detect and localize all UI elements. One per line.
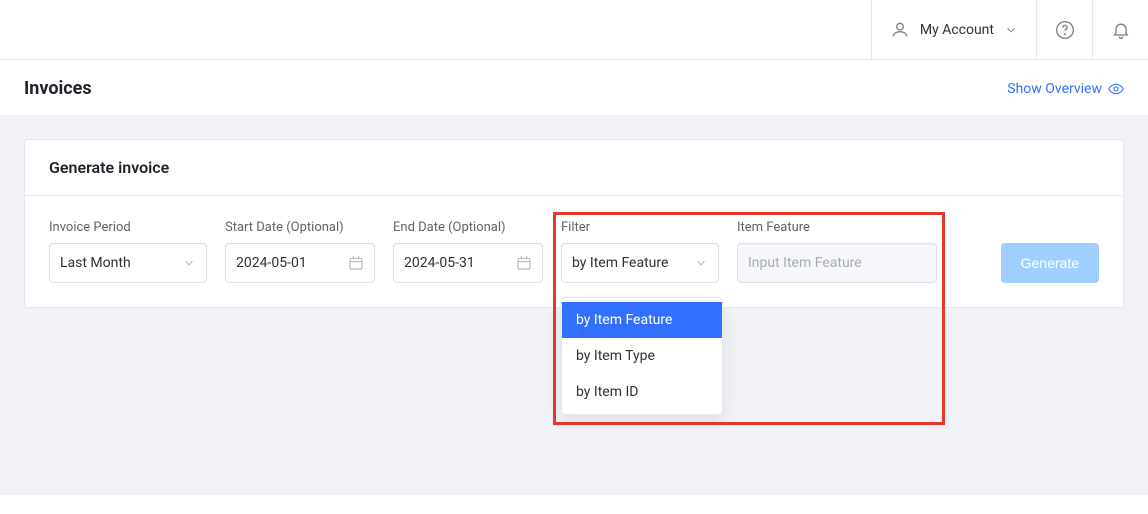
show-overview-label: Show Overview xyxy=(1007,81,1102,97)
help-icon xyxy=(1055,20,1075,40)
content-area: Generate invoice Invoice Period Last Mon… xyxy=(0,115,1148,495)
eye-icon xyxy=(1108,83,1124,95)
item-feature-label: Item Feature xyxy=(737,220,937,235)
page-title: Invoices xyxy=(24,78,92,99)
bell-icon xyxy=(1111,20,1131,40)
topbar: My Account xyxy=(0,0,1148,60)
invoice-period-select[interactable]: Last Month xyxy=(49,243,207,283)
field-item-feature: Item Feature Input Item Feature xyxy=(737,220,937,283)
generate-invoice-card: Generate invoice Invoice Period Last Mon… xyxy=(24,139,1124,308)
filter-value: by Item Feature xyxy=(572,255,668,271)
start-date-label: Start Date (Optional) xyxy=(225,220,375,235)
field-filter: Filter by Item Feature xyxy=(561,220,719,283)
start-date-value: 2024-05-01 xyxy=(236,255,307,271)
help-button[interactable] xyxy=(1036,0,1092,59)
invoice-period-value: Last Month xyxy=(60,255,131,271)
field-end-date: End Date (Optional) 2024-05-31 xyxy=(393,220,543,283)
account-menu[interactable]: My Account xyxy=(871,0,1036,59)
item-feature-input[interactable]: Input Item Feature xyxy=(737,243,937,283)
card-body: Invoice Period Last Month Start Date (Op… xyxy=(25,196,1123,307)
chevron-down-icon xyxy=(1004,23,1018,37)
calendar-icon xyxy=(348,255,364,271)
filter-label: Filter xyxy=(561,220,719,235)
field-invoice-period: Invoice Period Last Month xyxy=(49,220,207,283)
card-title: Generate invoice xyxy=(25,140,1123,196)
end-date-input[interactable]: 2024-05-31 xyxy=(393,243,543,283)
filter-dropdown: by Item Featureby Item Typeby Item ID xyxy=(561,297,723,415)
invoice-period-label: Invoice Period xyxy=(49,220,207,235)
chevron-down-icon xyxy=(694,256,708,270)
start-date-input[interactable]: 2024-05-01 xyxy=(225,243,375,283)
filter-option[interactable]: by Item Type xyxy=(562,338,722,374)
notifications-button[interactable] xyxy=(1092,0,1148,59)
filter-select[interactable]: by Item Feature xyxy=(561,243,719,283)
generate-button[interactable]: Generate xyxy=(1001,243,1099,283)
end-date-value: 2024-05-31 xyxy=(404,255,475,271)
calendar-icon xyxy=(516,255,532,271)
page-header: Invoices Show Overview xyxy=(0,60,1148,115)
end-date-label: End Date (Optional) xyxy=(393,220,543,235)
filter-option[interactable]: by Item ID xyxy=(562,374,722,410)
user-icon xyxy=(890,20,910,40)
field-start-date: Start Date (Optional) 2024-05-01 xyxy=(225,220,375,283)
filter-option[interactable]: by Item Feature xyxy=(562,302,722,338)
account-label: My Account xyxy=(920,22,994,38)
item-feature-placeholder: Input Item Feature xyxy=(748,255,862,271)
chevron-down-icon xyxy=(182,256,196,270)
show-overview-link[interactable]: Show Overview xyxy=(1007,81,1124,97)
